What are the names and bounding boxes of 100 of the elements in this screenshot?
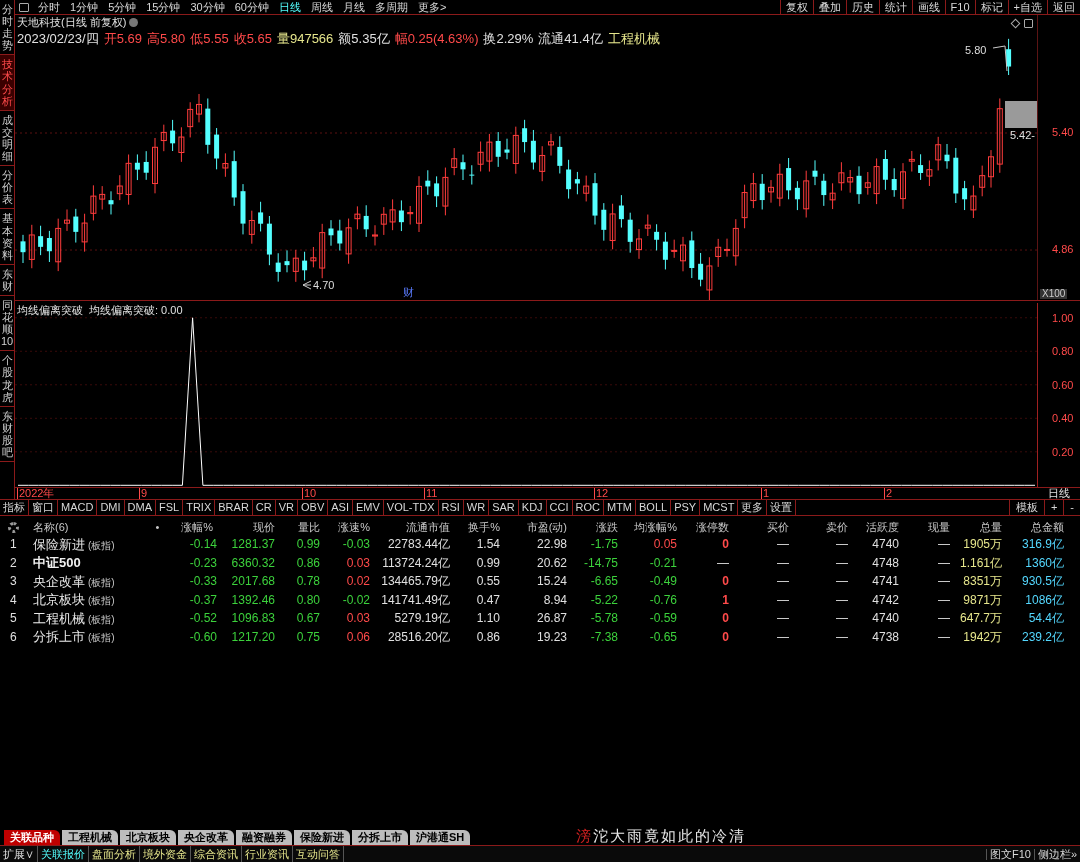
side-tab[interactable]: 同花顺10 <box>0 295 14 352</box>
toolbar-button[interactable]: F10 <box>944 0 975 15</box>
bottom-tab[interactable]: 保险新进 <box>294 830 350 845</box>
toolbar-button[interactable]: +自选 <box>1007 0 1047 15</box>
period-tab[interactable]: 更多> <box>413 1 452 13</box>
column-header[interactable]: 涨速% <box>320 521 370 533</box>
stock-name[interactable]: 工程机械 <box>33 611 85 625</box>
indicator-tab[interactable]: PSY <box>671 500 701 515</box>
indicator-tab[interactable]: CR <box>252 500 276 515</box>
indicator-tab[interactable]: 窗口 <box>29 500 58 515</box>
period-tab[interactable]: 月线 <box>338 1 370 13</box>
settings-icon[interactable] <box>8 521 19 533</box>
side-tab[interactable]: 个股龙虎 <box>0 351 14 407</box>
indicator-tab[interactable]: WR <box>463 500 490 515</box>
bottom-link[interactable]: 综合资讯 <box>191 846 242 862</box>
indicator-tab[interactable]: KDJ <box>518 500 547 515</box>
period-tab[interactable]: 30分钟 <box>185 1 230 13</box>
indicator-tab[interactable]: ASI <box>328 500 353 515</box>
bottom-tab[interactable]: 沪港通SH <box>410 830 471 845</box>
column-header[interactable]: 现量 <box>899 521 950 533</box>
indicator-tab[interactable]: EMV <box>352 500 384 515</box>
indicator-tab[interactable]: 指标 <box>0 500 29 515</box>
indicator-tab[interactable]: BOLL <box>636 500 672 515</box>
panel-icon[interactable] <box>1024 19 1033 28</box>
indicator-tab[interactable]: 设置 <box>767 500 797 515</box>
stock-name[interactable]: 央企改革 <box>33 574 85 588</box>
indicator-tab[interactable]: DMA <box>124 500 156 515</box>
toolbar-button[interactable]: 画线 <box>911 0 945 15</box>
side-tab[interactable]: 东财股吧 <box>0 406 14 463</box>
bottom-link[interactable]: 互动问答 <box>293 846 344 862</box>
stock-name[interactable]: 中证500 <box>33 556 81 570</box>
side-tab[interactable]: 分价表 <box>0 166 14 210</box>
panel-icon[interactable] <box>19 2 29 12</box>
indicator-tab[interactable]: MCST <box>700 500 739 515</box>
bottom-tab[interactable]: 央企改革 <box>178 830 234 845</box>
bottom-link[interactable]: 盘面分析 <box>89 846 140 862</box>
bottom-link[interactable]: 扩展∨ <box>0 846 38 862</box>
period-tab[interactable]: 5分钟 <box>103 1 142 13</box>
indicator-tab[interactable]: DMI <box>97 500 125 515</box>
bottom-link[interactable]: 关联报价 <box>38 846 89 862</box>
indicator-tab[interactable]: RSI <box>438 500 464 515</box>
bottom-tab[interactable]: 分拆上市 <box>352 830 408 845</box>
indicator-tab[interactable]: VR <box>275 500 298 515</box>
stock-name[interactable]: 保险新进 <box>33 537 85 551</box>
indicator-tab[interactable]: MTM <box>604 500 637 515</box>
indicator-tab[interactable]: OBV <box>298 500 329 515</box>
bottom-tab[interactable]: 关联品种 <box>4 830 60 845</box>
indicator-tab[interactable]: FSL <box>156 500 184 515</box>
indicator-tab[interactable]: 更多 <box>738 500 768 515</box>
indicator-tab[interactable]: BRAR <box>215 500 253 515</box>
bottom-tab[interactable]: 工程机械 <box>62 830 118 845</box>
indicator-tab[interactable]: TRIX <box>183 500 216 515</box>
period-tab[interactable]: 1分钟 <box>65 1 104 13</box>
column-header[interactable]: 涨幅% <box>165 521 217 533</box>
column-header[interactable]: 均涨幅% <box>618 521 677 533</box>
column-header[interactable]: 涨停数 <box>677 521 729 533</box>
toolbar-button[interactable]: 历史 <box>845 0 879 15</box>
side-tab[interactable]: 成交明细 <box>0 110 14 167</box>
toolbar-button[interactable]: 叠加 <box>812 0 846 15</box>
bottom-tab[interactable]: 融资融券 <box>236 830 292 845</box>
bottom-link[interactable]: 境外资金 <box>140 846 191 862</box>
tool-button[interactable]: - <box>1063 500 1080 515</box>
period-tab[interactable]: 日线 <box>274 1 306 13</box>
bottom-tab[interactable]: 北京板块 <box>120 830 176 845</box>
column-header[interactable]: 现价 <box>217 521 275 533</box>
indicator-tab[interactable]: MACD <box>58 500 98 515</box>
side-tab[interactable]: 东财 <box>0 264 14 296</box>
toolbar-button[interactable]: 标记 <box>974 0 1008 15</box>
stock-name[interactable]: 北京板块 <box>33 593 85 607</box>
column-header[interactable]: 总量 <box>950 521 1002 533</box>
column-header[interactable]: 换手% <box>450 521 500 533</box>
toolbar-button[interactable]: 统计 <box>878 0 912 15</box>
toolbar-button[interactable]: 复权 <box>779 0 813 15</box>
stock-name[interactable]: 分拆上市 <box>33 630 85 644</box>
column-header[interactable]: 流通市值 <box>370 521 450 533</box>
column-header[interactable]: 卖价 <box>789 521 848 533</box>
column-header[interactable]: 名称(6) <box>30 521 150 533</box>
column-header[interactable]: 买价 <box>729 521 789 533</box>
column-header[interactable]: 总金额 <box>1002 521 1064 533</box>
status-button[interactable]: 图文F10 <box>985 848 1034 860</box>
side-tab[interactable]: 技术分析 <box>0 55 14 111</box>
indicator-tab[interactable]: ROC <box>572 500 604 515</box>
period-tab[interactable]: 多周期 <box>370 1 413 13</box>
column-header[interactable]: • <box>150 521 165 533</box>
column-header[interactable]: 活跃度 <box>848 521 899 533</box>
column-header[interactable]: 市盈(动) <box>500 521 567 533</box>
bottom-link[interactable]: 行业资讯 <box>242 846 293 862</box>
toolbar-button[interactable]: 返回 <box>1047 0 1080 15</box>
indicator-tab[interactable]: SAR <box>489 500 519 515</box>
period-tab[interactable]: 60分钟 <box>229 1 274 13</box>
column-header[interactable]: 涨跌 <box>567 521 618 533</box>
period-tab[interactable]: 周线 <box>306 1 338 13</box>
indicator-tab[interactable]: CCI <box>546 500 573 515</box>
period-tab[interactable]: 分时 <box>33 1 65 13</box>
indicator-tab[interactable]: VOL-TDX <box>383 500 439 515</box>
status-button[interactable]: 侧边栏» <box>1033 848 1080 860</box>
tool-button[interactable]: + <box>1043 500 1064 515</box>
dropdown-icon[interactable] <box>129 18 139 27</box>
tool-button[interactable]: 模板 <box>1008 500 1044 515</box>
side-tab[interactable]: 基本资料 <box>0 209 14 265</box>
